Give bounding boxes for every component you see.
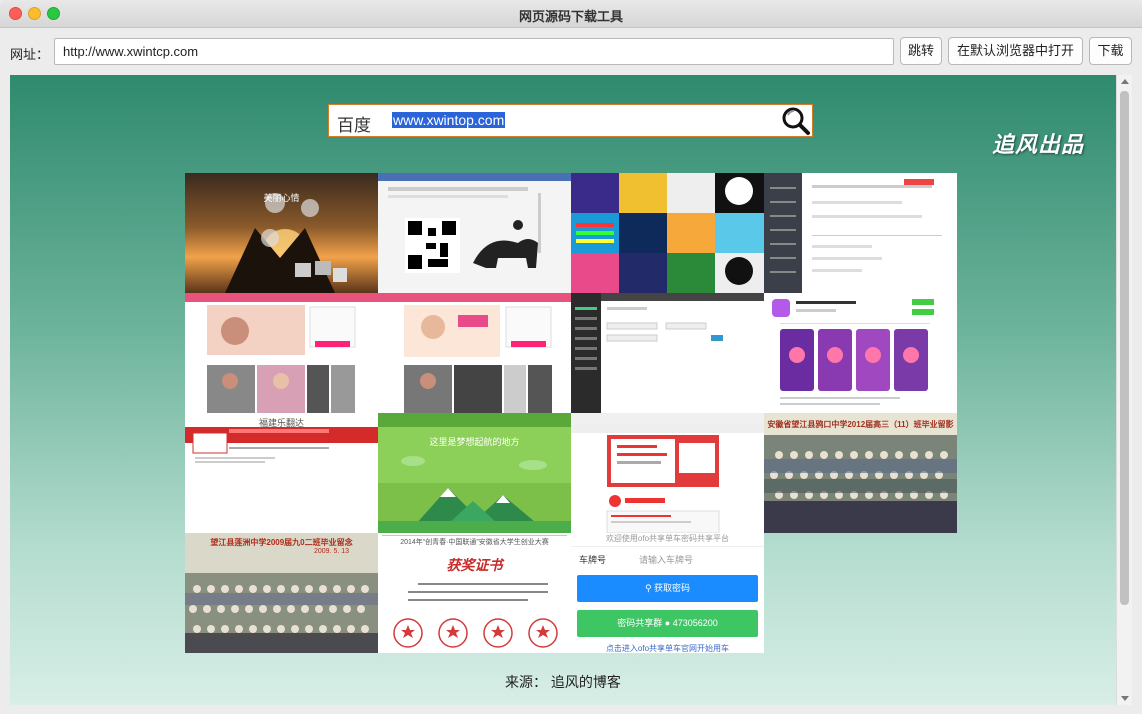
title-bar: 网页源码下载工具 (0, 0, 1142, 28)
thumbnail-11[interactable] (571, 413, 764, 533)
thumbnail-4[interactable] (764, 173, 957, 293)
thumbnail-7[interactable] (571, 293, 764, 413)
scroll-up-arrow-icon[interactable] (1121, 79, 1129, 84)
url-input[interactable] (54, 38, 894, 65)
thumbnail-12[interactable]: 安徽省望江县鸦口中学2012届高三（11）班毕业留影 (764, 413, 957, 533)
download-button[interactable]: 下载 (1089, 37, 1132, 65)
window-title: 网页源码下载工具 (518, 9, 623, 24)
app-window: 网页源码下载工具 网址： 跳转 在默认浏览器中打开 下载 百度 www.xwin… (0, 0, 1142, 714)
ofo-get-code-label: 获取密码 (654, 583, 691, 593)
ofo-share-group-button[interactable]: 密码共享群 ● 473056200 (577, 610, 758, 637)
web-view[interactable]: 百度 www.xwintop.com 追风出品 美丽心情 福建乐翻达 这里是梦想… (10, 75, 1132, 705)
thumbnail-1-label: 美丽心情 (263, 193, 300, 203)
brand-logo: 追风出品 (992, 132, 1085, 158)
thumbnail-8[interactable] (764, 293, 957, 413)
thumbnail-13[interactable]: 望江县莲洲中学2009届九0二班毕业留念 2009. 5. 13 (185, 533, 378, 653)
url-label: 网址： (10, 47, 50, 62)
source-text: 来源： 追风的博客 (505, 674, 621, 690)
thumbnail-grid: 美丽心情 福建乐翻达 这里是梦想起航的地方 安徽省望江县鸦口中学2012届高三（… (185, 173, 958, 653)
scroll-thumb[interactable] (1120, 91, 1129, 605)
vertical-scrollbar[interactable] (1116, 75, 1132, 705)
thumbnail-1[interactable]: 美丽心情 (185, 173, 378, 293)
ofo-plate-input[interactable]: 请输入车牌号 (639, 553, 693, 566)
scroll-down-arrow-icon[interactable] (1121, 696, 1129, 701)
ofo-footer-link[interactable]: 点击进入ofo共享单车官网开始用车 (571, 643, 764, 653)
thumbnail-14-title: 获奖证书 (446, 557, 503, 573)
ofo-divider (571, 546, 764, 547)
thumbnail-6[interactable] (378, 293, 571, 413)
thumbnail-10[interactable]: 这里是梦想起航的地方 (378, 413, 571, 533)
search-icon[interactable] (779, 105, 812, 136)
ofo-share-group-label: 密码共享群 (617, 618, 663, 628)
thumbnail-13-label: 望江县莲洲中学2009届九0二班毕业留念 (210, 538, 353, 547)
thumbnail-15[interactable]: 欢迎使用ofo共享单车密码共享平台 车牌号 请输入车牌号 ⚲ 获取密码 密码共享… (571, 533, 764, 653)
go-button[interactable]: 跳转 (900, 37, 942, 65)
thumbnail-9-label: 福建乐翻达 (258, 418, 304, 428)
toolbar: 网址： 跳转 在默认浏览器中打开 下载 (0, 29, 1142, 74)
search-query[interactable]: www.xwintop.com (392, 112, 506, 128)
thumbnail-9[interactable]: 福建乐翻达 (185, 413, 378, 533)
thumbnail-14[interactable]: 2014年“创青春·中国联通”安徽省大学生创业大赛 获奖证书 (378, 533, 571, 653)
thumbnail-14-header: 2014年“创青春·中国联通”安徽省大学生创业大赛 (400, 539, 549, 546)
open-in-browser-button[interactable]: 在默认浏览器中打开 (948, 37, 1083, 65)
thumbnail-2[interactable] (378, 173, 571, 293)
search-engine-label: 百度 (337, 116, 371, 135)
thumbnail-10-label: 这里是梦想起航的地方 (429, 437, 520, 447)
search-icon: ⚲ (644, 583, 655, 593)
search-box[interactable]: 百度 www.xwintop.com (328, 104, 813, 137)
ofo-plate-label: 车牌号 (579, 555, 607, 565)
ofo-share-number: 473056200 (672, 618, 718, 628)
thumbnail-3[interactable] (571, 173, 764, 293)
ofo-get-code-button[interactable]: ⚲ 获取密码 (577, 575, 758, 602)
thumbnail-12-label: 安徽省望江县鸦口中学2012届高三（11）班毕业留影 (767, 420, 954, 429)
thumbnail-5[interactable] (185, 293, 378, 413)
ofo-header: 欢迎使用ofo共享单车密码共享平台 (605, 534, 730, 543)
thumbnail-13-date: 2009. 5. 13 (313, 548, 350, 555)
qq-icon: ● (664, 618, 673, 628)
